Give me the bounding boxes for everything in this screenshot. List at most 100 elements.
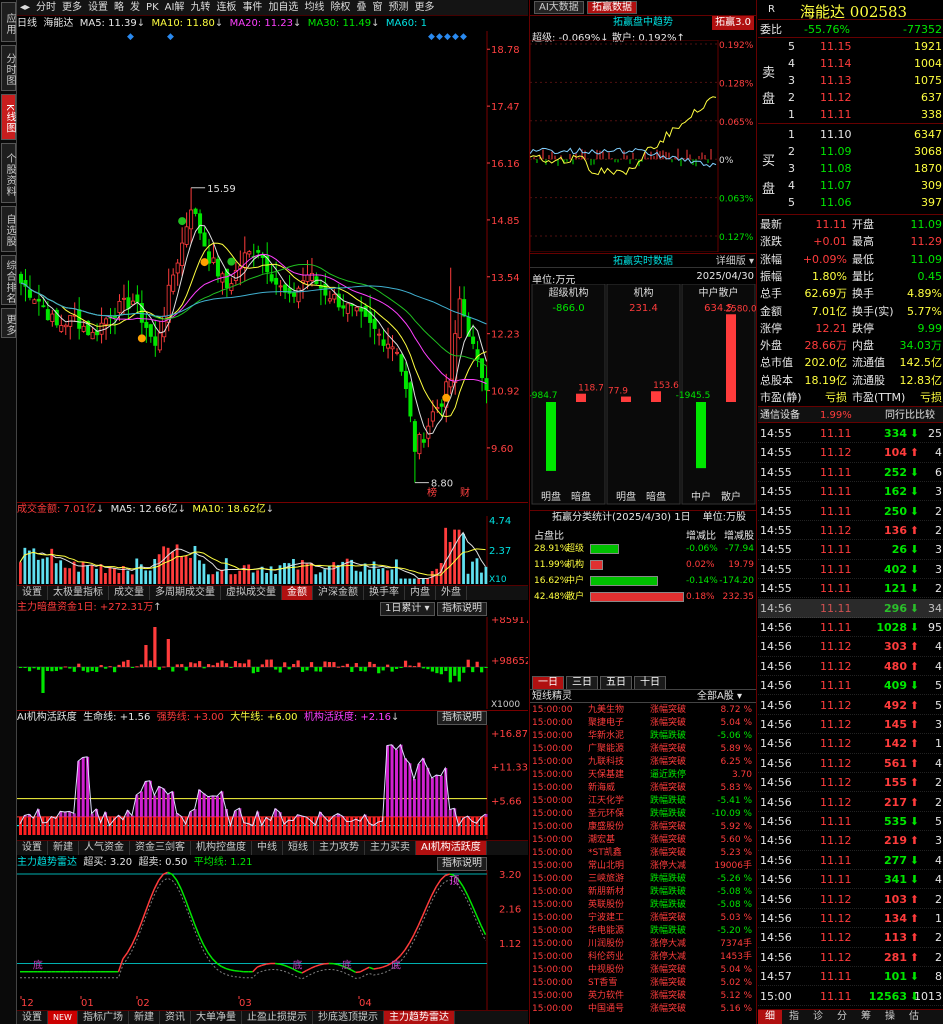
- tab1-3[interactable]: 多周期成交量: [150, 586, 221, 600]
- ai-chart[interactable]: +16.87 +11.33 +5.66: [17, 725, 528, 839]
- quote-tab-0[interactable]: 细: [758, 1010, 782, 1024]
- detail-version-select[interactable]: 详细版 ▾: [716, 254, 754, 269]
- tab3-1[interactable]: NEW: [48, 1011, 78, 1024]
- tab1-1[interactable]: 太极量指标: [48, 586, 109, 600]
- toolbar-item-10[interactable]: 加自选: [268, 2, 298, 13]
- radar-explain-button[interactable]: 指标说明: [437, 857, 487, 871]
- tab2-9[interactable]: AI机构活跃度: [416, 841, 487, 855]
- toolbar-item-16[interactable]: 更多: [414, 2, 434, 13]
- ai-explain-button[interactable]: 指标说明: [437, 711, 487, 725]
- quote-tab-2[interactable]: 诊: [806, 1010, 830, 1024]
- left-tab-5[interactable]: 综合排名: [1, 255, 16, 305]
- left-tab-1[interactable]: 分时图: [1, 45, 16, 91]
- period-tab-3[interactable]: 十日: [634, 676, 666, 690]
- toolbar-item-7[interactable]: 九转: [190, 2, 210, 13]
- quote-tab-6[interactable]: 估: [902, 1010, 926, 1024]
- elf-row[interactable]: 15:00:00 潮宏基 涨幅突破 5.60 %: [530, 835, 758, 846]
- tab-ai-bigdata[interactable]: AI大数据: [534, 1, 584, 14]
- toolbar-item-14[interactable]: 窗: [372, 2, 382, 13]
- elf-row[interactable]: 15:00:00 九联科技 涨幅突破 6.25 %: [530, 757, 758, 768]
- elf-row[interactable]: 15:00:00 华新水泥 跌幅跌破 -5.06 %: [530, 731, 758, 742]
- elf-row[interactable]: 15:00:00 新朋新材 跌幅跌破 -5.08 %: [530, 887, 758, 898]
- tab1-9[interactable]: 外盘: [436, 586, 467, 600]
- elf-row[interactable]: 15:00:00 *ST凯鑫 涨幅突破 5.23 %: [530, 848, 758, 859]
- intraday-trend-chart[interactable]: 0.192% 0.128% 0.065% 0% 0.063% 0.127%: [530, 40, 756, 252]
- period-tab-2[interactable]: 五日: [600, 676, 632, 690]
- toolbar-item-8[interactable]: 连板: [216, 2, 236, 13]
- toolbar-item-3[interactable]: 略: [114, 2, 124, 13]
- elf-row[interactable]: 15:00:00 九美生物 涨幅突破 8.72 %: [530, 705, 758, 716]
- elf-row[interactable]: 15:00:00 圣元环保 跌幅跌破 -10.09 %: [530, 809, 758, 820]
- elf-row[interactable]: 15:00:00 常山北明 涨停大减 19006手: [530, 861, 758, 872]
- fund-explain-button[interactable]: 指标说明: [437, 602, 487, 616]
- quote-tab-5[interactable]: 操: [878, 1010, 902, 1024]
- tab1-2[interactable]: 成交量: [109, 586, 150, 600]
- tab2-3[interactable]: 资金三剑客: [130, 841, 191, 855]
- kline-chart[interactable]: 18.78 17.47 16.16 14.85 13.54 12.23 10.92 9.60 1…: [17, 31, 528, 500]
- tab3-0[interactable]: 设置: [17, 1011, 48, 1024]
- toolbar-item-9[interactable]: 事件: [242, 2, 262, 13]
- elf-row[interactable]: 15:00:00 ST香雪 涨幅突破 5.02 %: [530, 978, 758, 989]
- elf-row[interactable]: 15:00:00 宁波建工 涨幅突破 5.03 %: [530, 913, 758, 924]
- toolbar-item-15[interactable]: 预测: [388, 2, 408, 13]
- tab3-4[interactable]: 资讯: [160, 1011, 191, 1024]
- tab2-8[interactable]: 主力买卖: [365, 841, 416, 855]
- tab2-7[interactable]: 主力攻势: [314, 841, 365, 855]
- toolbar-item-6[interactable]: AI解: [165, 2, 185, 13]
- left-tab-2[interactable]: K线图: [1, 94, 16, 140]
- toolbar-item-1[interactable]: 更多: [62, 2, 82, 13]
- radar-chart[interactable]: 3.20 2.16 1.12 底 底 底 底 顶 12 01 02 03 04: [17, 870, 528, 1010]
- tab3-6[interactable]: 止盈止损提示: [242, 1011, 313, 1024]
- elf-row[interactable]: 15:00:00 广聚能源 涨幅突破 5.89 %: [530, 744, 758, 755]
- left-tab-6[interactable]: 更多: [1, 308, 16, 338]
- tab1-0[interactable]: 设置: [17, 586, 48, 600]
- elf-row[interactable]: 15:00:00 天保基建 逼近跌停 3.70: [530, 770, 758, 781]
- tab2-2[interactable]: 人气资金: [79, 841, 130, 855]
- toolbar-menu-icon[interactable]: ◂▸: [20, 2, 30, 13]
- tab3-8[interactable]: 主力趋势雷达: [383, 1011, 455, 1024]
- tab3-5[interactable]: 大单净量: [191, 1011, 242, 1024]
- trend-badge[interactable]: 拓赢3.0: [712, 16, 754, 30]
- elf-row[interactable]: 15:00:00 川润股份 涨停大减 7374手: [530, 939, 758, 950]
- toolbar-item-12[interactable]: 除权: [330, 2, 350, 13]
- tab1-7[interactable]: 换手率: [364, 586, 405, 600]
- elf-market-select[interactable]: 全部A股 ▾: [697, 690, 742, 704]
- tab2-5[interactable]: 中线: [252, 841, 283, 855]
- industry-compare-button[interactable]: 同行比比较: [885, 407, 935, 424]
- fund-period-select[interactable]: 1日累计 ▾: [380, 602, 435, 616]
- tab2-0[interactable]: 设置: [17, 841, 48, 855]
- tab1-6[interactable]: 沪深金额: [313, 586, 364, 600]
- tab1-4[interactable]: 虚拟成交量: [221, 586, 282, 600]
- left-tab-0[interactable]: 应用: [1, 2, 16, 42]
- elf-row[interactable]: 15:00:00 康盛股份 涨幅突破 5.92 %: [530, 822, 758, 833]
- quote-tab-4[interactable]: 筹: [854, 1010, 878, 1024]
- tab2-6[interactable]: 短线: [283, 841, 314, 855]
- left-tab-3[interactable]: 个股资料: [1, 143, 16, 203]
- toolbar-item-0[interactable]: 分时: [36, 2, 56, 13]
- elf-row[interactable]: 15:00:00 新海威 涨幅突破 5.83 %: [530, 783, 758, 794]
- quote-tab-1[interactable]: 指: [782, 1010, 806, 1024]
- tab1-8[interactable]: 内盘: [405, 586, 436, 600]
- tab3-7[interactable]: 抄底逃顶提示: [313, 1011, 384, 1024]
- toolbar-item-11[interactable]: 均线: [304, 2, 324, 13]
- elf-row[interactable]: 15:00:00 科伦药业 涨停大减 1453手: [530, 952, 758, 963]
- period-tab-0[interactable]: 一日: [532, 676, 564, 690]
- elf-row[interactable]: 15:00:00 中视股份 涨幅突破 5.04 %: [530, 965, 758, 976]
- tab-tuoying-data[interactable]: 拓赢数据: [586, 1, 637, 14]
- industry-name[interactable]: 通信设备: [760, 407, 800, 424]
- tab3-2[interactable]: 指标广场: [78, 1011, 129, 1024]
- period-tab-1[interactable]: 三日: [566, 676, 598, 690]
- elf-row[interactable]: 15:00:00 英联股份 跌幅跌破 -5.08 %: [530, 900, 758, 911]
- elf-row[interactable]: 15:00:00 聚捷电子 涨幅突破 5.04 %: [530, 718, 758, 729]
- toolbar-item-13[interactable]: 叠: [356, 2, 366, 13]
- elf-row[interactable]: 15:00:00 中国通号 涨幅突破 5.16 %: [530, 1004, 758, 1015]
- volume-chart[interactable]: 4.74 2.37 X10: [17, 516, 528, 584]
- toolbar-item-2[interactable]: 设置: [88, 2, 108, 13]
- tab1-5[interactable]: 金额: [282, 586, 313, 600]
- elf-row[interactable]: 15:00:00 英力软件 涨幅突破 5.12 %: [530, 991, 758, 1002]
- elf-row[interactable]: 15:00:00 三峡旅游 跌幅跌破 -5.26 %: [530, 874, 758, 885]
- elf-row[interactable]: 15:00:00 华电能源 跌幅跌破 -5.20 %: [530, 926, 758, 937]
- left-tab-4[interactable]: 自选股: [1, 206, 16, 252]
- toolbar-item-5[interactable]: PK: [146, 2, 159, 13]
- tab3-3[interactable]: 新建: [129, 1011, 160, 1024]
